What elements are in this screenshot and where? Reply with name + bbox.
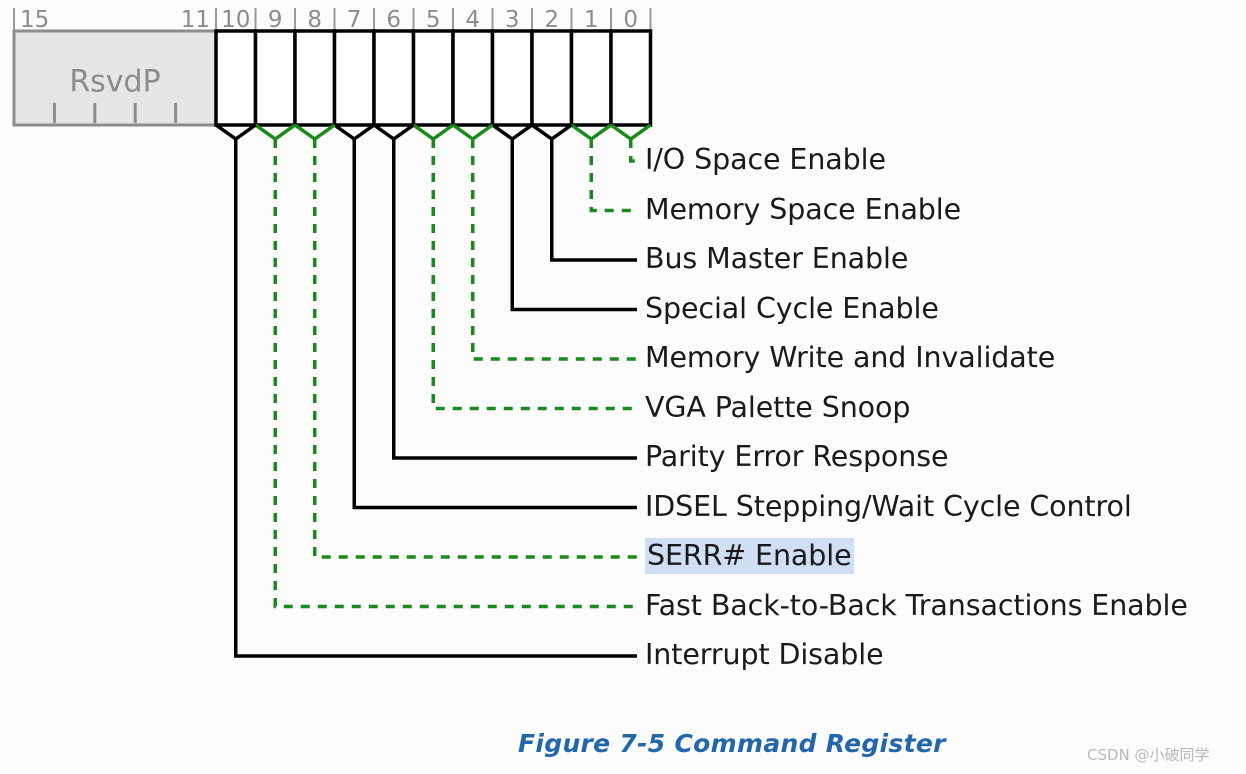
leader-line [392,139,637,460]
bit-number: 10 [221,7,250,33]
bit-label-0: I/O Space Enable [645,143,886,176]
bit-number: 5 [426,7,441,33]
bit-number: 3 [505,7,520,33]
bit-number: 7 [347,7,362,33]
bit-label-7: IDSEL Stepping/Wait Cycle Control [645,489,1132,523]
bit-number: 1 [584,7,599,33]
bit-number: 15 [20,7,49,33]
reserved-field-label: RsvdP [69,65,160,100]
bit-cell [293,29,337,127]
bit-number: 11 [181,7,210,33]
leader-line [352,139,637,510]
bit-label-5: VGA Palette Snoop [645,390,911,424]
bit-pointer [451,123,494,142]
bit-cell [609,29,653,127]
bit-number-labels: 15 11 10 9 8 7 6 5 4 3 2 1 0 [20,7,638,33]
bit-number: 8 [307,7,322,33]
bit-cell [569,29,613,127]
leader-line [589,139,637,213]
leader-line [431,139,637,411]
bit-label-9: Fast Back-to-Back Transactions Enable [645,588,1188,622]
bit-label-8: SERR# Enable [645,538,854,574]
bit-pointer [214,123,257,142]
bit-label-3: Special Cycle Enable [645,291,939,325]
selected-text-highlight: SERR# Enable [645,538,854,574]
bit-number: 9 [268,7,283,33]
leader-line [234,139,637,658]
bit-cell [411,29,455,127]
command-register-figure: RsvdP 15 11 10 9 8 7 6 5 4 3 2 1 0 I/O Space Enable M… [0,0,1246,774]
bit-label-6: Parity Error Response [645,440,949,473]
bit-label-4: Memory Write and Invalidate [645,341,1056,374]
bit-pointer [293,123,336,142]
leader-line [273,139,637,609]
register-bitfield-diagram: RsvdP 15 11 10 9 8 7 6 5 4 3 2 1 0 [12,7,653,658]
bit-cell [530,29,574,127]
bit-label-10: Interrupt Disable [645,638,884,671]
bit-pointer [372,123,415,142]
bit-cell [253,29,297,127]
bit-pointer [530,123,573,142]
bit-pointer [491,123,534,142]
bit-number: 2 [544,7,559,33]
bit-number: 6 [386,7,401,33]
bit-cell [451,29,495,127]
bit-pointer [412,123,455,142]
leader-line [313,139,637,559]
bit-label-2: Bus Master Enable [645,242,909,275]
leader-line [510,139,637,312]
leader-lines [234,139,637,658]
reserved-field-box: RsvdP [12,29,218,127]
bit-pointer [254,123,297,142]
bit-number: 0 [623,7,638,33]
watermark: CSDN @小破同学 [1087,746,1210,764]
bit-pointer [333,123,376,142]
leader-line [629,139,637,163]
leader-line [550,139,637,262]
bit-cell [332,29,376,127]
bit-cell [490,29,534,127]
bit-pointers [214,123,652,142]
bit-label-1: Memory Space Enable [645,192,962,226]
bit-pointer [570,123,613,142]
figure-caption: Figure 7-5 Command Register [518,729,946,758]
bit-cell [372,29,416,127]
bit-number: 4 [465,7,480,33]
bit-cell [214,29,258,127]
leader-line [471,139,637,361]
bit-cells [214,29,653,127]
bit-pointer [609,123,652,142]
